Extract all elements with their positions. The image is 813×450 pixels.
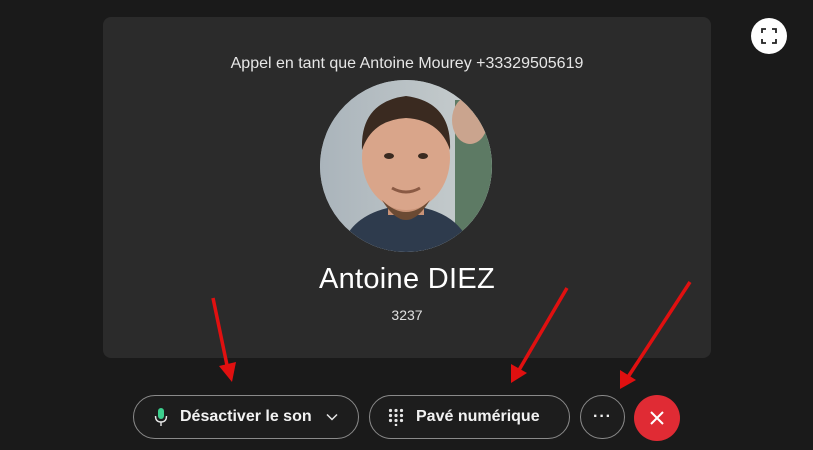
chevron-down-icon[interactable] bbox=[326, 413, 338, 421]
mute-button-label: Désactiver le son bbox=[180, 408, 312, 425]
fullscreen-icon bbox=[761, 28, 777, 44]
mute-button[interactable]: Désactiver le son bbox=[133, 395, 359, 439]
avatar bbox=[320, 80, 492, 252]
dialpad-icon bbox=[388, 408, 404, 426]
call-card: Appel en tant que Antoine Mourey +333295… bbox=[103, 17, 711, 358]
contact-number: 3237 bbox=[391, 307, 423, 323]
keypad-button[interactable]: Pavé numérique bbox=[369, 395, 570, 439]
more-options-label: ··· bbox=[593, 408, 612, 425]
hang-up-button[interactable] bbox=[634, 395, 680, 441]
microphone-icon bbox=[154, 408, 168, 426]
calling-as-label: Appel en tant que Antoine Mourey +333295… bbox=[230, 55, 584, 72]
fullscreen-button[interactable] bbox=[751, 18, 787, 54]
contact-name: Antoine DIEZ bbox=[318, 263, 496, 295]
more-options-button[interactable]: ··· bbox=[580, 395, 625, 439]
keypad-button-label: Pavé numérique bbox=[416, 408, 540, 425]
close-icon bbox=[650, 411, 664, 425]
avatar-photo bbox=[320, 80, 492, 252]
